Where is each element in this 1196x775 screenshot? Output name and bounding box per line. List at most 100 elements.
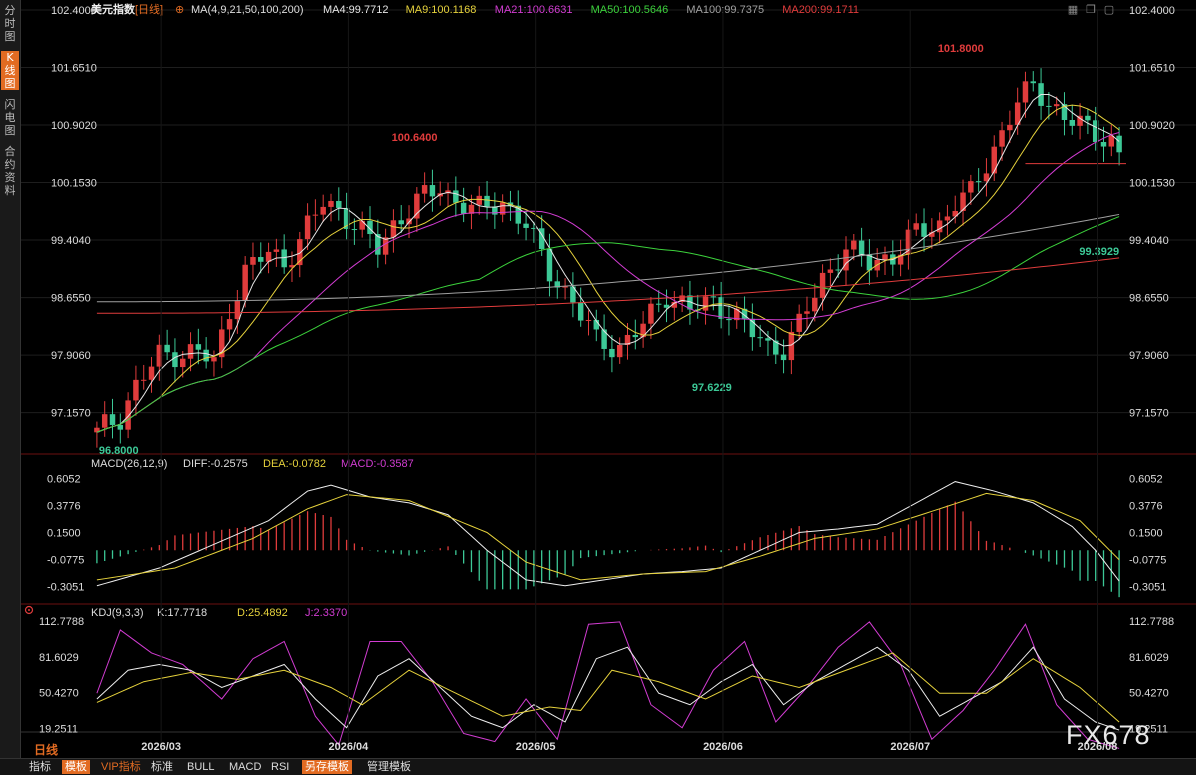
- price-tick-left: 100.1530: [51, 178, 97, 190]
- price-tick-right: 99.4040: [1129, 235, 1169, 247]
- trough-label-2: 99.3929: [1079, 246, 1119, 258]
- bottom-tab-8[interactable]: 管理模板: [364, 760, 414, 774]
- candle-body: [1030, 81, 1036, 84]
- candle-body: [140, 379, 147, 381]
- side-tab-3[interactable]: 合约资料: [1, 145, 19, 197]
- candle-body: [835, 269, 841, 271]
- price-tick-left: 100.9020: [51, 120, 97, 132]
- bottom-tab-0[interactable]: 指标: [26, 760, 54, 774]
- bottom-tab-6[interactable]: RSI: [268, 760, 292, 774]
- period-label[interactable]: 日线: [34, 741, 58, 758]
- candle-body: [109, 414, 116, 425]
- candle-body: [632, 334, 639, 338]
- candle-body: [1085, 115, 1091, 121]
- candle-body: [258, 257, 264, 262]
- price-tick-left: 97.9060: [51, 350, 91, 362]
- bottom-tab-1[interactable]: 模板: [62, 760, 90, 774]
- trough-label-1: 97.6229: [692, 382, 732, 394]
- candle-body: [757, 337, 763, 339]
- candle-body: [616, 345, 623, 358]
- x-tick-label: 2026/03: [141, 741, 181, 753]
- bottom-tab-3[interactable]: 标准: [148, 760, 176, 774]
- candle-body: [273, 249, 280, 252]
- candle-body: [429, 185, 436, 197]
- x-tick-label: 2026/07: [890, 741, 930, 753]
- candle-body: [421, 185, 428, 194]
- macd-tick-left: -0.0775: [47, 554, 84, 566]
- candle-body: [359, 220, 365, 230]
- price-tick-right: 100.9020: [1129, 120, 1175, 132]
- peak-label-0: 100.6400: [392, 132, 438, 144]
- macd-tick-left: 0.6052: [47, 474, 81, 486]
- candle-body: [203, 349, 209, 362]
- candle-body: [1053, 104, 1060, 107]
- chart-title: 美元指数: [91, 2, 136, 16]
- candle-body: [804, 311, 810, 314]
- kdj-tick-left: 112.7788: [39, 616, 84, 628]
- candle-body: [655, 303, 662, 305]
- candle-body: [125, 400, 131, 430]
- bottom-tab-2[interactable]: VIP指标: [98, 760, 144, 774]
- candle-body: [172, 352, 178, 368]
- period-tag: [日线]: [135, 2, 163, 16]
- candle-body: [351, 229, 358, 231]
- candle-body: [476, 195, 482, 205]
- macd-tick-left: 0.1500: [47, 528, 81, 540]
- candle-body: [609, 348, 615, 358]
- candle-body: [936, 220, 943, 233]
- price-tick-left: 98.6550: [51, 293, 91, 305]
- candle-body: [1046, 105, 1052, 107]
- chart-canvas[interactable]: 102.4000 102.4000 101.6510 101.6510 100.9020…: [21, 0, 1196, 758]
- candle-body: [164, 344, 170, 353]
- candle-body: [398, 220, 404, 225]
- copy-icon[interactable]: ❐: [1084, 3, 1098, 17]
- add-indicator-icon: ⊕: [175, 4, 184, 16]
- candle-body: [585, 319, 592, 321]
- candle-body: [944, 216, 951, 221]
- candle-body: [843, 249, 849, 271]
- candle-body: [546, 249, 553, 282]
- ma-value-2: MA21:100.6631: [495, 4, 573, 16]
- ma-value-1: MA9:100.1168: [406, 4, 477, 16]
- candle-body: [226, 319, 233, 330]
- price-tick-left: 102.4000: [51, 5, 97, 17]
- macd-tick-right: -0.3051: [1129, 581, 1166, 593]
- macd-macd: MACD:-0.3587: [341, 458, 414, 470]
- macd-label: MACD(26,12,9): [91, 458, 167, 470]
- candle-body: [858, 240, 865, 255]
- candle-body: [702, 296, 709, 311]
- candle-body: [1007, 124, 1013, 131]
- side-tab-2[interactable]: 闪电图: [1, 98, 19, 137]
- candle-body: [133, 379, 139, 401]
- bottom-tab-4[interactable]: BULL: [184, 760, 218, 774]
- candle-body: [211, 357, 217, 362]
- side-tab-bar: 分时图 K线图闪电图合约资料: [0, 0, 21, 774]
- ma-value-4: MA100:99.7375: [686, 4, 764, 16]
- side-tab-1[interactable]: K线图: [1, 51, 19, 90]
- bottom-toolbar: 指标 模板 VIP指标 标准 BULL MACD RSI 另存模板 管理模板: [0, 758, 1196, 775]
- candle-body: [968, 181, 974, 193]
- candle-body: [312, 214, 319, 216]
- candle-body: [242, 264, 248, 302]
- bottom-tab-7[interactable]: 另存模板: [302, 760, 352, 774]
- candle-body: [851, 240, 857, 250]
- candle-body: [234, 301, 241, 320]
- macd-tick-right: 0.6052: [1129, 474, 1163, 486]
- candle-body: [460, 202, 467, 214]
- window-icon[interactable]: ▢: [1102, 3, 1116, 17]
- candle-body: [484, 195, 490, 207]
- x-tick-label: 2026/04: [329, 741, 370, 753]
- candle-body: [882, 254, 888, 260]
- price-tick-left: 101.6510: [51, 63, 97, 75]
- candle-body: [523, 223, 529, 228]
- price-tick-right: 101.6510: [1129, 63, 1175, 75]
- side-tab-0[interactable]: 分时图: [1, 4, 19, 43]
- candle-body: [281, 249, 287, 268]
- bottom-tab-5[interactable]: MACD: [226, 760, 264, 774]
- kdj-j: J:2.3370: [305, 607, 347, 619]
- price-tick-right: 98.6550: [1129, 293, 1169, 305]
- kdj-tick-right: 112.7788: [1129, 616, 1174, 628]
- grid-icon[interactable]: ▦: [1066, 3, 1080, 17]
- candle-body: [336, 200, 342, 208]
- kdj-tick-left: 19.2511: [39, 724, 78, 736]
